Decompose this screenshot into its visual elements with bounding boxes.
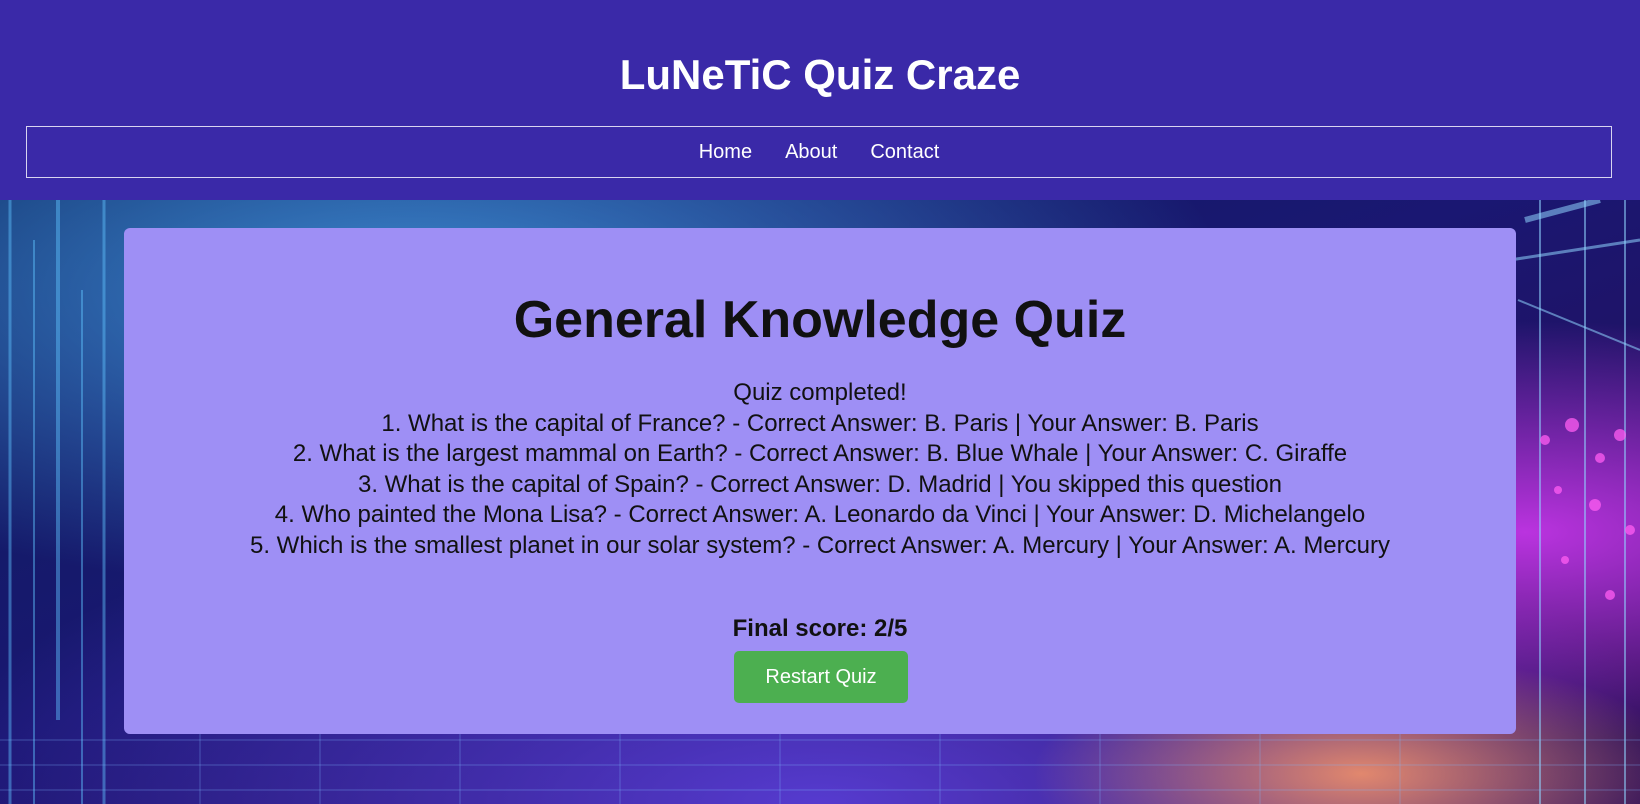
nav-link-about[interactable]: About [785,140,837,164]
quiz-title: General Knowledge Quiz [513,291,1127,349]
quiz-card: General Knowledge Quiz Quiz completed! 1… [124,228,1516,734]
quiz-status: Quiz completed! [733,379,907,406]
nav-link-contact[interactable]: Contact [870,140,939,164]
main-nav: Home About Contact [26,126,1612,178]
quiz-results: Quiz completed! 1. What is the capital o… [124,378,1516,561]
result-item: 2. What is the largest mammal on Earth? … [292,440,1348,467]
final-score: Final score: 2/5 [732,615,908,642]
result-item: 1. What is the capital of France? - Corr… [381,409,1259,437]
restart-quiz-button[interactable]: Restart Quiz [734,651,908,703]
result-item: 4. Who painted the Mona Lisa? - Correct … [274,501,1366,528]
site-header: LuNeTiC Quiz Craze Home About Contact [0,0,1640,200]
site-title: LuNeTiC Quiz Craze [619,51,1021,98]
result-item: 5. Which is the smallest planet in our s… [250,531,1390,559]
result-item: 3. What is the capital of Spain? - Corre… [357,470,1283,498]
nav-link-home[interactable]: Home [699,140,752,164]
